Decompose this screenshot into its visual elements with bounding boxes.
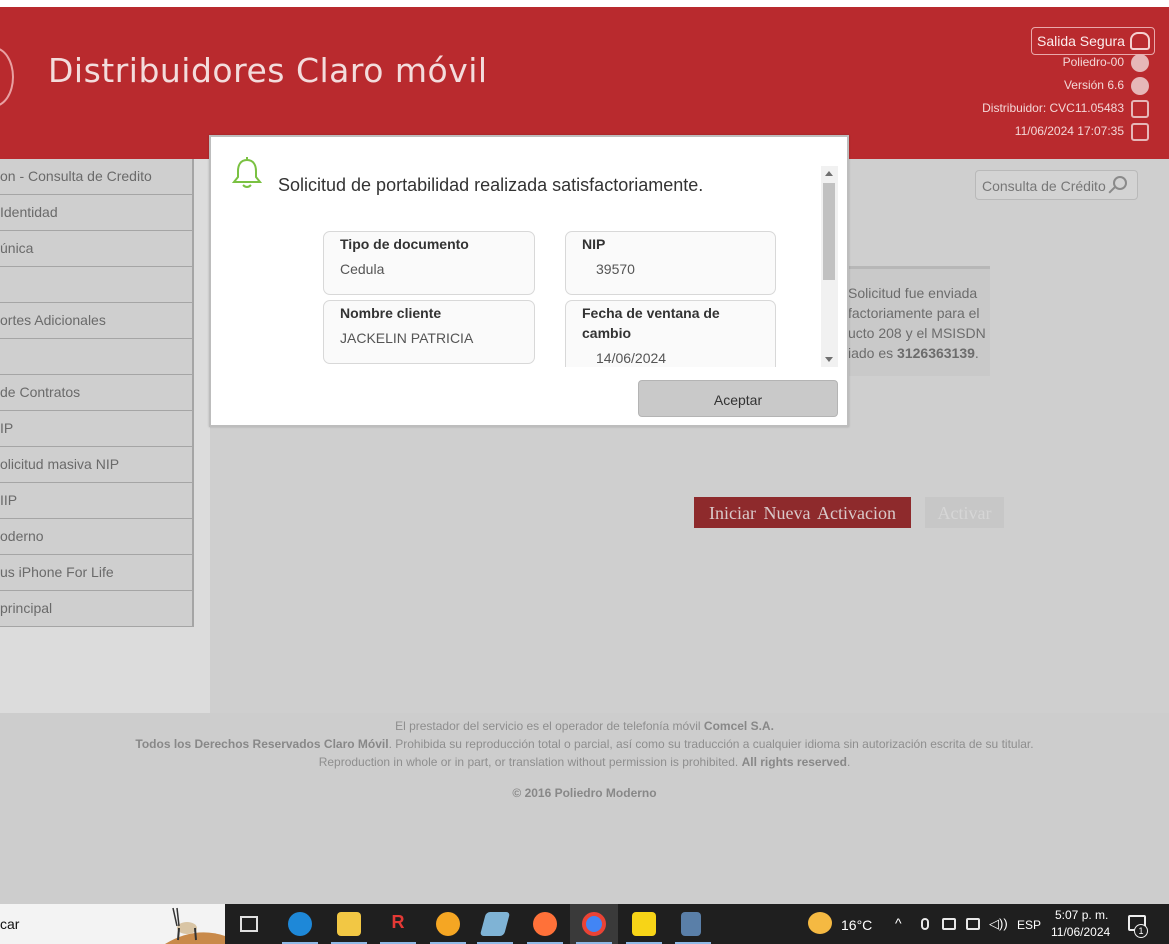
search-icon	[1113, 176, 1127, 190]
sidebar-item-iphone-for-life[interactable]: us iPhone For Life	[0, 555, 194, 591]
sidebar-menu: on - Consulta de Credito Identidad única…	[0, 159, 194, 627]
field-nip: NIP 39570	[565, 231, 776, 295]
scroll-up-icon[interactable]	[825, 171, 833, 176]
sidebar-item-blank-2[interactable]	[0, 339, 194, 375]
info-line: factoriamente para el	[848, 305, 980, 321]
activation-info-box: Solicitud fue enviada factoriamente para…	[840, 266, 990, 376]
accept-button[interactable]: Aceptar	[638, 380, 838, 417]
field-nombre-cliente: Nombre cliente JACKELIN PATRICIA	[323, 300, 535, 364]
scroll-down-icon[interactable]	[825, 357, 833, 362]
activate-button[interactable]: Activar	[925, 497, 1004, 528]
credit-search-label: Consulta de Crédito	[982, 178, 1106, 194]
scroll-thumb[interactable]	[823, 183, 835, 280]
sidebar-item-aportes-adicionales[interactable]: ortes Adicionales	[0, 303, 194, 339]
camera-icon[interactable]	[942, 918, 956, 930]
info-line: iado es 3126363139.	[848, 345, 979, 361]
field-fecha-ventana: Fecha de ventana de cambio 14/06/2024	[565, 300, 776, 367]
notification-badge: 1	[1134, 924, 1148, 938]
app-orange-icon[interactable]	[436, 912, 460, 936]
bell-icon	[232, 157, 262, 188]
edge-icon[interactable]	[288, 912, 312, 936]
taskbar-search-text: car	[0, 916, 20, 932]
app-title: Distribuidores Claro móvil	[48, 51, 488, 90]
sidebar-item-principal[interactable]: principal	[0, 591, 194, 627]
sidebar-item-nip-2[interactable]: IIP	[0, 483, 194, 519]
sidebar-item-contratos[interactable]: de Contratos	[0, 375, 194, 411]
app-r-icon[interactable]: R	[386, 912, 410, 936]
clock-time[interactable]: 5:07 p. m.	[1055, 908, 1108, 922]
distributor-label: Distribuidor: CVC11.05483	[982, 101, 1124, 115]
calendar-icon	[1131, 123, 1149, 141]
volume-icon[interactable]: ◁))	[989, 916, 1008, 932]
weather-temp[interactable]: 16°C	[841, 917, 872, 933]
dialog-message: Solicitud de portabilidad realizada sati…	[278, 175, 704, 195]
info-line: ucto 208 y el MSISDN	[848, 325, 986, 341]
sidebar-item-solicitud-masiva-nip[interactable]: olicitud masiva NIP	[0, 447, 194, 483]
logout-label: Salida Segura	[1037, 33, 1125, 49]
field-value: Cedula	[340, 261, 385, 277]
chrome-icon[interactable]	[582, 912, 606, 936]
credit-search-button[interactable]: Consulta de Crédito	[975, 170, 1138, 200]
server-icon	[1131, 54, 1149, 72]
version-label: Versión 6.6	[1063, 78, 1124, 92]
database-icon	[1131, 100, 1149, 118]
field-label: NIP	[582, 236, 606, 252]
taskbar-search-box[interactable]: car	[0, 904, 225, 944]
footer-line-2: Todos los Derechos Reservados Claro Móvi…	[135, 737, 1034, 751]
antelope-icon	[165, 907, 225, 944]
network-icon[interactable]	[966, 918, 980, 930]
msisdn-value: 3126363139	[897, 345, 975, 361]
footer-line-3: Reproduction in whole or in part, or tra…	[318, 755, 851, 769]
lock-icon	[1130, 32, 1150, 50]
microphone-icon[interactable]	[921, 918, 929, 930]
field-label: Fecha de ventana de cambio	[582, 305, 720, 341]
page-blank-area	[0, 814, 1169, 904]
success-dialog: Solicitud de portabilidad realizada sati…	[209, 135, 849, 427]
task-view-icon[interactable]	[240, 916, 258, 932]
sidebar-item-unica[interactable]: única	[0, 231, 194, 267]
app-blue-icon[interactable]	[479, 912, 511, 936]
field-value: 14/06/2024	[596, 350, 667, 366]
new-activation-button[interactable]: Iniciar Nueva Activacion	[694, 497, 911, 528]
page-footer: El prestador del servicio es el operador…	[0, 713, 1169, 814]
footer-copyright: © 2016 Poliedro Moderno	[512, 786, 657, 800]
windows-taskbar: car R 16°C ^ ◁)) ESP 5:07 p. m. 11/06/20…	[0, 904, 1169, 944]
calculator-icon[interactable]	[681, 912, 701, 936]
language-indicator[interactable]: ESP	[1017, 918, 1041, 932]
sidebar-item-nip[interactable]: IP	[0, 411, 194, 447]
info-line: Solicitud fue enviada	[848, 285, 978, 301]
footer-line-1: El prestador del servicio es el operador…	[395, 719, 774, 733]
version-icon	[1131, 77, 1149, 95]
file-explorer-icon[interactable]	[337, 912, 361, 936]
field-tipo-documento: Tipo de documento Cedula	[323, 231, 535, 295]
field-value: JACKELIN PATRICIA	[340, 330, 474, 346]
field-label: Nombre cliente	[340, 305, 442, 321]
chevron-up-icon[interactable]: ^	[895, 915, 902, 931]
logout-button[interactable]: Salida Segura	[1031, 27, 1155, 55]
clock-date[interactable]: 11/06/2024	[1051, 925, 1110, 939]
server-label: Poliedro-00	[1062, 55, 1124, 69]
sidebar-item-consulta-credito[interactable]: on - Consulta de Credito	[0, 159, 194, 195]
firefox-icon[interactable]	[533, 912, 557, 936]
sidebar-item-moderno[interactable]: oderno	[0, 519, 194, 555]
sticky-notes-icon[interactable]	[632, 912, 656, 936]
dialog-scrollbar[interactable]	[821, 166, 838, 367]
weather-icon[interactable]	[808, 912, 832, 934]
sidebar-item-identidad[interactable]: Identidad	[0, 195, 194, 231]
sidebar-item-blank-1[interactable]	[0, 267, 194, 303]
datetime-label: 11/06/2024 17:07:35	[1014, 124, 1124, 138]
top-strip	[0, 0, 1169, 7]
logo-icon	[0, 47, 14, 107]
field-value: 39570	[596, 261, 635, 277]
field-label: Tipo de documento	[340, 236, 469, 252]
